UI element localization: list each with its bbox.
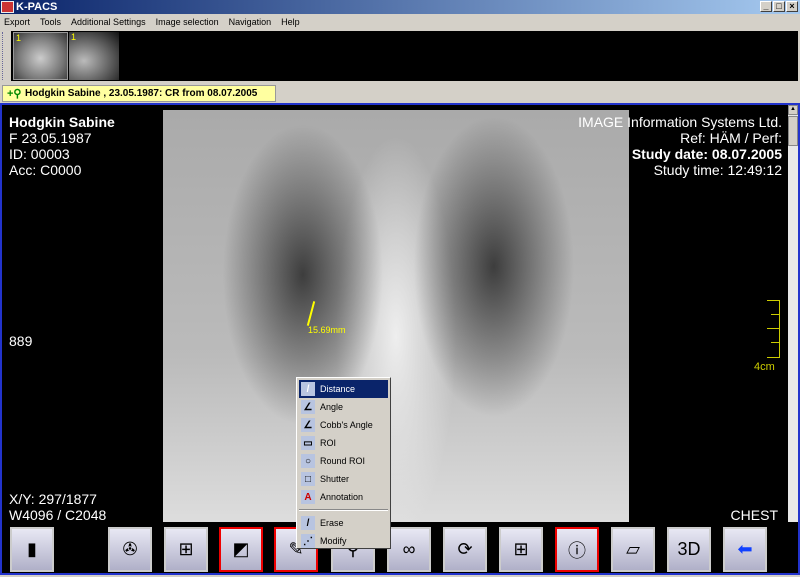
menu-navigation[interactable]: Navigation [229,14,272,30]
window-button[interactable]: ⊞ [164,527,208,572]
menu-item-label: ROI [320,438,337,448]
cursor-xy: X/Y: 297/1877 [9,491,97,507]
menu-help[interactable]: Help [281,14,300,30]
close-button[interactable]: × [786,1,798,12]
maximize-button[interactable]: □ [773,1,785,12]
menu-item-label: Shutter [320,474,350,484]
patient-sex-dob: F 23.05.1987 [9,130,92,146]
rotate-button[interactable]: ⟳ [443,527,487,572]
distance-measurement-label: 15.69mm [308,325,346,335]
study-time: Study time: 12:49:12 [653,162,782,178]
window-level-icon: ◩ [232,539,250,559]
window-center: W4096 / C2048 [9,507,107,523]
menu-additional-settings[interactable]: Additional Settings [71,14,146,30]
annotation-icon: A [301,490,315,504]
scale-ruler [754,300,780,358]
window-level-button[interactable]: ◩ [219,527,263,572]
cabinet-icon: ▮ [27,539,37,559]
menu-item-distance[interactable]: / Distance [299,380,388,398]
menu-item-modify[interactable]: ⋰ Modify [299,532,388,550]
scroll-thumb[interactable] [788,116,798,146]
round-roi-icon: ○ [301,454,315,468]
patient-name: Hodgkin Sabine [9,114,115,130]
modify-icon: ⋰ [301,534,315,548]
cobb-angle-icon: ∠ [301,418,315,432]
layout-grid-icon: ⊞ [513,539,529,559]
binoculars-icon: ∞ [402,539,416,559]
menu-item-label: Modify [320,536,347,546]
layout-grid-button[interactable]: ⊞ [499,527,543,572]
menu-item-round-roi[interactable]: ○ Round ROI [299,452,388,470]
binoculars-button[interactable]: ∞ [387,527,431,572]
drag-handle[interactable] [2,32,8,80]
thumbnail-frontal[interactable]: 1 [13,32,68,80]
menu-bar: Export Tools Additional Settings Image s… [0,14,800,30]
referring: Ref: HÄM / Perf: [680,130,782,146]
study-date: Study date: 08.07.2005 [631,146,782,162]
ruler-label: 4cm [754,361,775,373]
window-icon: ⊞ [178,539,194,559]
erase-icon: / [301,516,315,530]
report-icon: ▱ [626,539,640,559]
menu-item-label: Erase [320,518,344,528]
window-title: K-PACS [16,1,58,13]
back-arrow-icon: ⬅ [737,539,753,559]
thumbnail-strip: 1 1 [0,30,800,82]
vertical-scrollbar[interactable]: ▲ [788,105,798,523]
report-button[interactable]: ▱ [611,527,655,572]
info-button[interactable]: ⓘ [555,527,599,572]
back-arrow-button[interactable]: ⬅ [723,527,767,572]
film-reel-icon: ✇ [122,539,138,559]
film-reel-button[interactable]: ✇ [108,527,152,572]
add-search-icon: +⚲ [7,88,22,100]
menu-tools[interactable]: Tools [40,14,61,30]
info-icon: ⓘ [568,540,586,561]
image-viewer[interactable]: Hodgkin Sabine F 23.05.1987 ID: 00003 Ac… [0,103,800,575]
slice-number: 889 [9,333,33,349]
scroll-up-button[interactable]: ▲ [788,105,798,115]
thumbnail-number: 1 [16,33,22,43]
menu-item-label: Annotation [320,492,364,502]
app-icon [1,1,14,13]
menu-item-label: Angle [320,402,344,412]
bottom-toolbar: ▮ ✇ ⊞ ◩ ✎ ⚲ ∞ ⟳ ⊞ ⓘ ▱ 3D ⬅ [2,522,798,573]
menu-item-label: Cobb's Angle [320,420,373,430]
menu-separator [299,509,388,511]
minimize-button[interactable]: _ [760,1,772,12]
menu-item-roi[interactable]: ▭ ROI [299,434,388,452]
menu-item-shutter[interactable]: □ Shutter [299,470,388,488]
menu-export[interactable]: Export [4,14,30,30]
body-part: CHEST [730,507,778,523]
rotate-icon: ⟳ [457,539,473,559]
accession: Acc: C0000 [9,162,82,178]
measurement-context-menu: / Distance ∠ Angle ∠ Cobb's Angle ▭ ROI ○ Round R… [296,377,391,549]
chest-xray-image[interactable] [163,110,629,522]
patient-tab[interactable]: +⚲ Hodgkin Sabine , 23.05.1987: CR from … [2,85,276,102]
3d-icon: 3D [677,539,701,559]
shutter-icon: □ [301,472,315,486]
cabinet-button[interactable]: ▮ [10,527,54,572]
3d-button[interactable]: 3D [667,527,711,572]
roi-icon: ▭ [301,436,315,450]
menu-item-cobb-s-angle[interactable]: ∠ Cobb's Angle [299,416,388,434]
menu-item-label: Distance [320,384,356,394]
menu-image-selection[interactable]: Image selection [156,14,219,30]
menu-item-label: Round ROI [320,456,366,466]
thumbnail-lateral[interactable]: 1 [69,32,119,80]
menu-item-annotation[interactable]: A Annotation [299,488,388,506]
title-bar: K-PACS _ □ × [0,0,800,14]
thumbnail-number: 1 [71,32,77,42]
angle-icon: ∠ [301,400,315,414]
institution: IMAGE Information Systems Ltd. [578,114,782,130]
patient-id: ID: 00003 [9,146,70,162]
patient-tab-label: Hodgkin Sabine , 23.05.1987: CR from 08.… [25,88,258,99]
menu-item-erase[interactable]: / Erase [299,514,388,532]
ruler-icon: / [301,382,315,396]
menu-item-angle[interactable]: ∠ Angle [299,398,388,416]
